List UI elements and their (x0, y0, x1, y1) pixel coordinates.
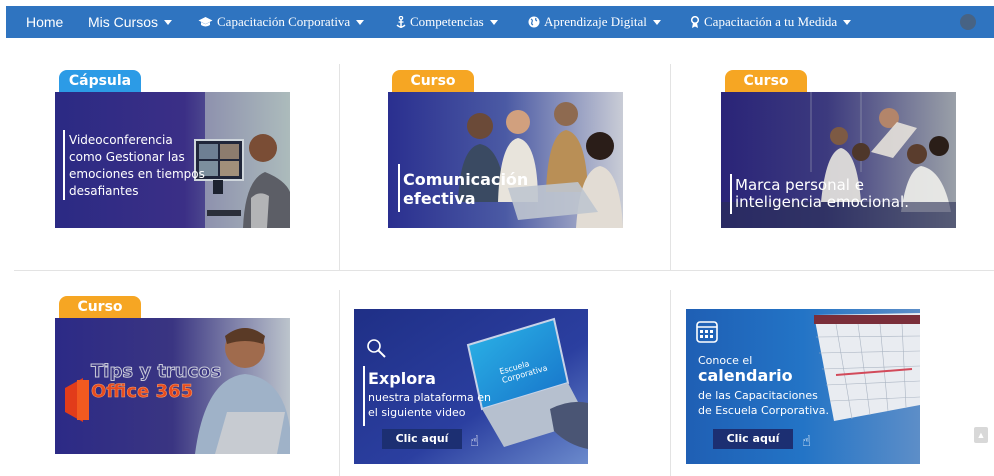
card-banner-image: Tips y trucos Office 365 (55, 318, 290, 454)
course-card-videoconferencia[interactable]: Cápsula Videoconferencia como Gestionar … (55, 70, 290, 228)
card-tag: Curso (59, 296, 141, 318)
clic-aqui-button[interactable]: Clic aquí (713, 429, 793, 449)
nav-home[interactable]: Home (26, 14, 63, 30)
nav-aprendizaje-digital[interactable]: Aprendizaje Digital (528, 14, 661, 30)
promo-calendario-banner[interactable]: Conoce el calendario de las Capacitacion… (686, 309, 920, 464)
globe-icon (528, 16, 540, 28)
card-title: Comunicación efectiva (403, 170, 529, 208)
card-title: Videoconferencia como Gestionar las emoc… (69, 133, 205, 198)
chevron-up-icon: ▲ (976, 430, 986, 440)
grid-divider (670, 290, 671, 476)
nav-mis-cursos[interactable]: Mis Cursos (88, 14, 173, 30)
card-title: Tips y trucos Office 365 (90, 361, 222, 402)
card-tag: Curso (725, 70, 807, 92)
title-accent-bar (730, 174, 732, 214)
promo-heading: Explora (368, 369, 436, 388)
card-banner-image: Videoconferencia como Gestionar las emoc… (55, 92, 290, 228)
course-card-marca-personal[interactable]: Curso Marca personal e inteligencia emoc… (721, 70, 956, 228)
top-navbar: Home Mis Cursos Capacitación Corporativa… (6, 6, 994, 38)
card-title: Marca personal e inteligencia emocional. (735, 176, 909, 211)
chevron-down-icon (489, 19, 498, 25)
settings-icon[interactable] (960, 14, 976, 30)
grid-divider (14, 270, 994, 271)
chevron-down-icon (356, 19, 365, 25)
grid-divider (339, 290, 340, 476)
scroll-to-top-button[interactable]: ▲ (974, 427, 988, 443)
promo-heading: calendario (698, 366, 793, 385)
chevron-down-icon (843, 19, 852, 25)
promo-banner-image: Conoce el calendario de las Capacitacion… (686, 309, 920, 464)
title-accent-bar (63, 130, 65, 200)
card-tag: Cápsula (59, 70, 141, 92)
promo-banner-image: Escuela Corporativa Explora nuestra plat… (354, 309, 588, 464)
anchor-icon (396, 15, 406, 28)
card-banner-image: Marca personal e inteligencia emocional. (721, 92, 956, 228)
promo-explora-banner[interactable]: Escuela Corporativa Explora nuestra plat… (354, 309, 588, 464)
promo-text: nuestra plataforma en el siguiente video (368, 391, 491, 419)
medal-icon (690, 15, 700, 28)
chevron-down-icon (164, 19, 173, 25)
hand-pointer-icon: ☝ (802, 432, 812, 450)
nav-capacitacion-corporativa[interactable]: Capacitación Corporativa (198, 14, 365, 30)
chevron-down-icon (652, 19, 661, 25)
hand-pointer-icon: ☝ (470, 432, 480, 450)
promo-text: de las Capacitaciones de Escuela Corpora… (698, 389, 830, 417)
clic-aqui-button[interactable]: Clic aquí (382, 429, 462, 449)
grid-divider (339, 64, 340, 270)
nav-competencias[interactable]: Competencias (396, 14, 498, 30)
card-tag: Curso (392, 70, 474, 92)
graduation-cap-icon (198, 17, 213, 27)
course-card-office-365[interactable]: Curso Tips y trucos Office 365 (55, 296, 290, 454)
title-accent-bar (398, 164, 400, 212)
nav-capacitacion-a-tu-medida[interactable]: Capacitación a tu Medida (690, 14, 852, 30)
card-banner-image: Comunicación efectiva (388, 92, 623, 228)
grid-divider (670, 64, 671, 270)
course-card-comunicacion-efectiva[interactable]: Curso Comunicación efectiva (388, 70, 623, 228)
